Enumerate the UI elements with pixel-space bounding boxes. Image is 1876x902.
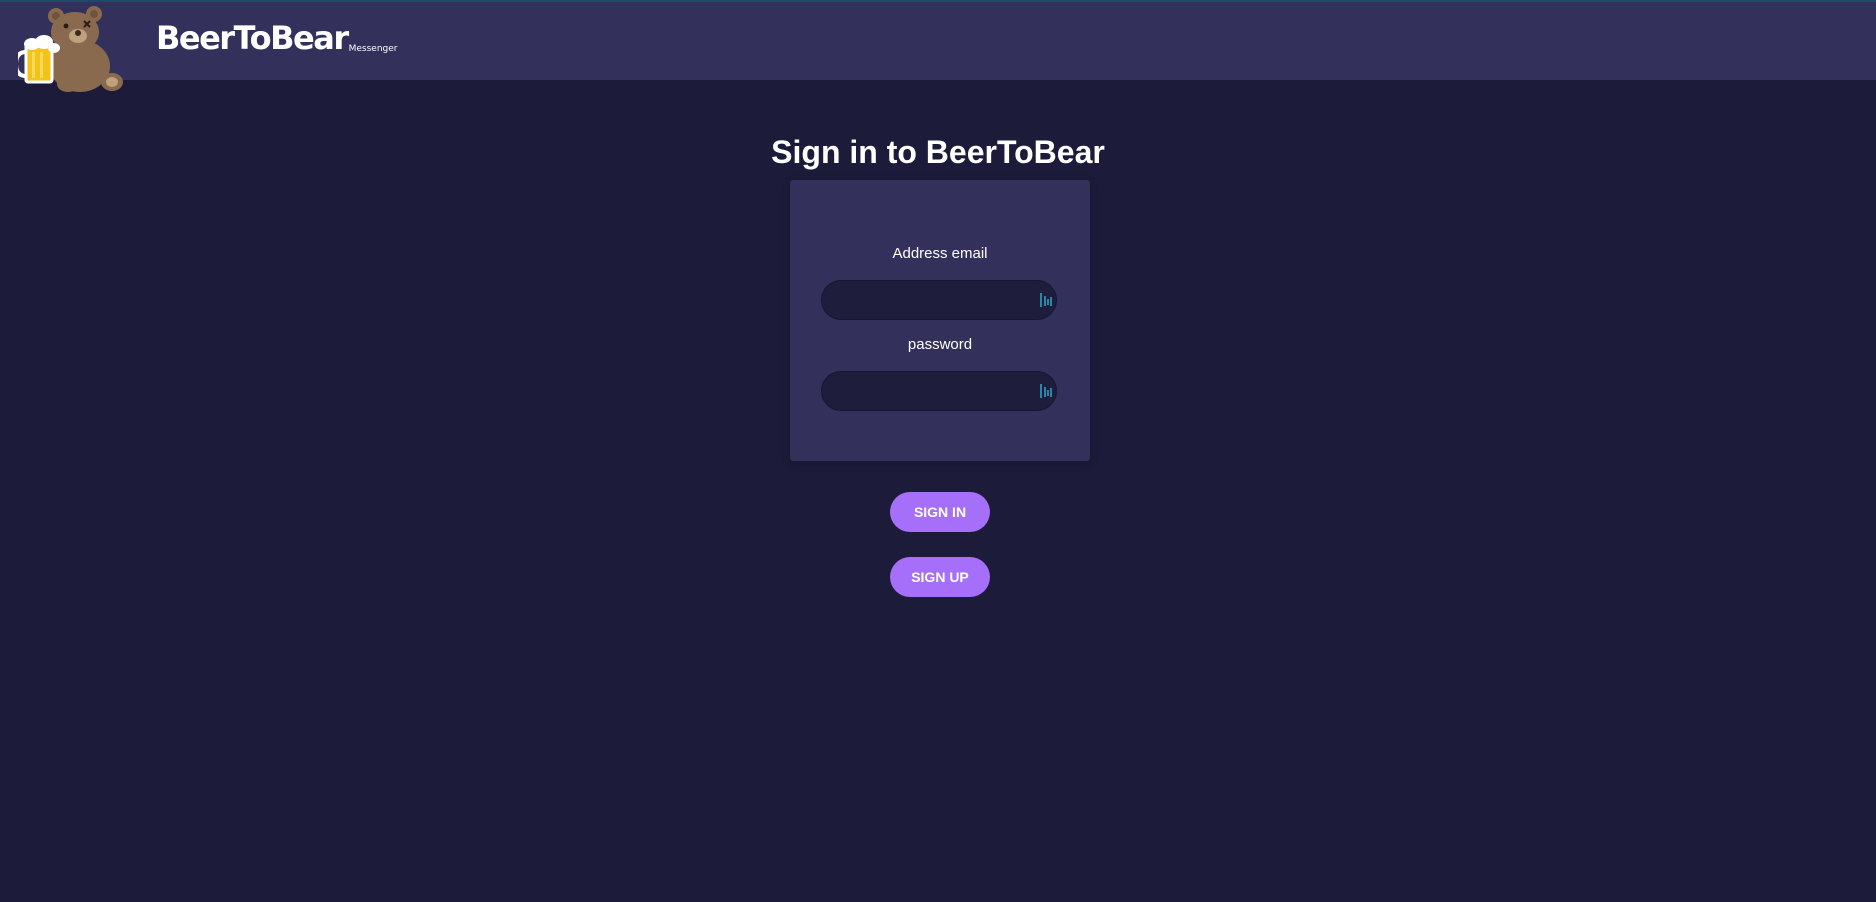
email-field[interactable]: [822, 281, 1054, 319]
password-field[interactable]: [822, 372, 1054, 410]
brand-subtitle: Messenger: [348, 44, 398, 54]
password-field-wrapper: [821, 371, 1057, 411]
teddy-bear-logo-icon[interactable]: [18, 4, 128, 94]
sign-in-button[interactable]: SIGN IN: [890, 492, 990, 532]
brand[interactable]: BeerToBear Messenger: [156, 22, 397, 54]
password-manager-icon[interactable]: [1040, 383, 1052, 399]
email-field-wrapper: [821, 280, 1057, 320]
password-label: password: [907, 336, 973, 353]
brand-name: BeerToBear: [156, 19, 349, 57]
top-bar: BeerToBear Messenger: [0, 0, 1876, 92]
password-manager-icon[interactable]: [1040, 292, 1052, 308]
page-title: Sign in to BeerToBear: [771, 134, 1105, 170]
sign-up-button[interactable]: SIGN UP: [890, 557, 990, 597]
sign-in-form-card: Address email password: [790, 180, 1090, 461]
email-label: Address email: [892, 245, 988, 262]
